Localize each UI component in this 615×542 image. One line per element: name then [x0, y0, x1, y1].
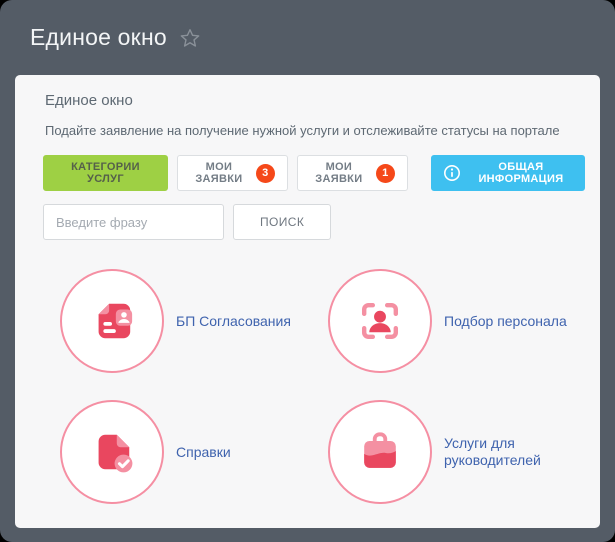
- document-check-icon: [89, 429, 135, 475]
- favorite-star-icon[interactable]: [179, 27, 201, 49]
- service-circle: [328, 269, 432, 373]
- services-card: Единое окно Подайте заявление на получен…: [15, 75, 600, 528]
- tab-label: МОИ ЗАЯВКИ: [315, 161, 363, 185]
- service-circle: [60, 269, 164, 373]
- tab-general-info[interactable]: ОБЩАЯ ИНФОРМАЦИЯ: [430, 155, 586, 191]
- single-window-app: Единое окно Единое окно Подайте заявлени…: [0, 0, 615, 542]
- tab-my-requests-2[interactable]: МОИ ЗАЯВКИ 1: [296, 155, 408, 191]
- tab-label: МОИ ЗАЯВКИ: [195, 161, 243, 185]
- person-scan-icon: [357, 298, 403, 344]
- services-grid: БП Согласования Подбор персонала Справки…: [45, 269, 585, 504]
- briefcase-icon: [357, 429, 403, 475]
- tab-service-categories[interactable]: КАТЕГОРИИ УСЛУГ: [43, 155, 168, 191]
- page-title: Единое окно: [30, 24, 167, 50]
- service-item-bp-approvals[interactable]: БП Согласования: [45, 269, 313, 373]
- tab-label: КАТЕГОРИИ УСЛУГ: [71, 161, 140, 185]
- tab-bar: КАТЕГОРИИ УСЛУГ МОИ ЗАЯВКИ 3 МОИ ЗАЯВКИ …: [43, 155, 586, 191]
- search-button[interactable]: ПОИСК: [233, 204, 332, 240]
- service-item-recruitment[interactable]: Подбор персонала: [313, 269, 585, 373]
- service-label: БП Согласования: [176, 312, 291, 329]
- service-label: Справки: [176, 443, 231, 460]
- search-input[interactable]: [43, 204, 224, 240]
- tab-label: ОБЩАЯ ИНФОРМАЦИЯ: [478, 161, 564, 185]
- search-bar: ПОИСК: [43, 204, 585, 240]
- count-badge: 3: [255, 163, 275, 183]
- service-label: Подбор персонала: [444, 312, 567, 329]
- service-item-manager-services[interactable]: Услуги для руководителей: [313, 400, 585, 504]
- service-circle: [328, 400, 432, 504]
- card-title: Единое окно: [45, 92, 133, 109]
- tab-my-requests-1[interactable]: МОИ ЗАЯВКИ 3: [176, 155, 288, 191]
- info-icon: [443, 164, 461, 182]
- count-badge: 1: [375, 163, 395, 183]
- service-circle: [60, 400, 164, 504]
- service-label: Услуги для руководителей: [444, 435, 541, 468]
- card-subtitle: Подайте заявление на получение нужной ус…: [45, 123, 560, 138]
- service-item-certificates[interactable]: Справки: [45, 400, 313, 504]
- document-person-icon: [89, 298, 135, 344]
- page-header: Единое окно: [0, 0, 615, 75]
